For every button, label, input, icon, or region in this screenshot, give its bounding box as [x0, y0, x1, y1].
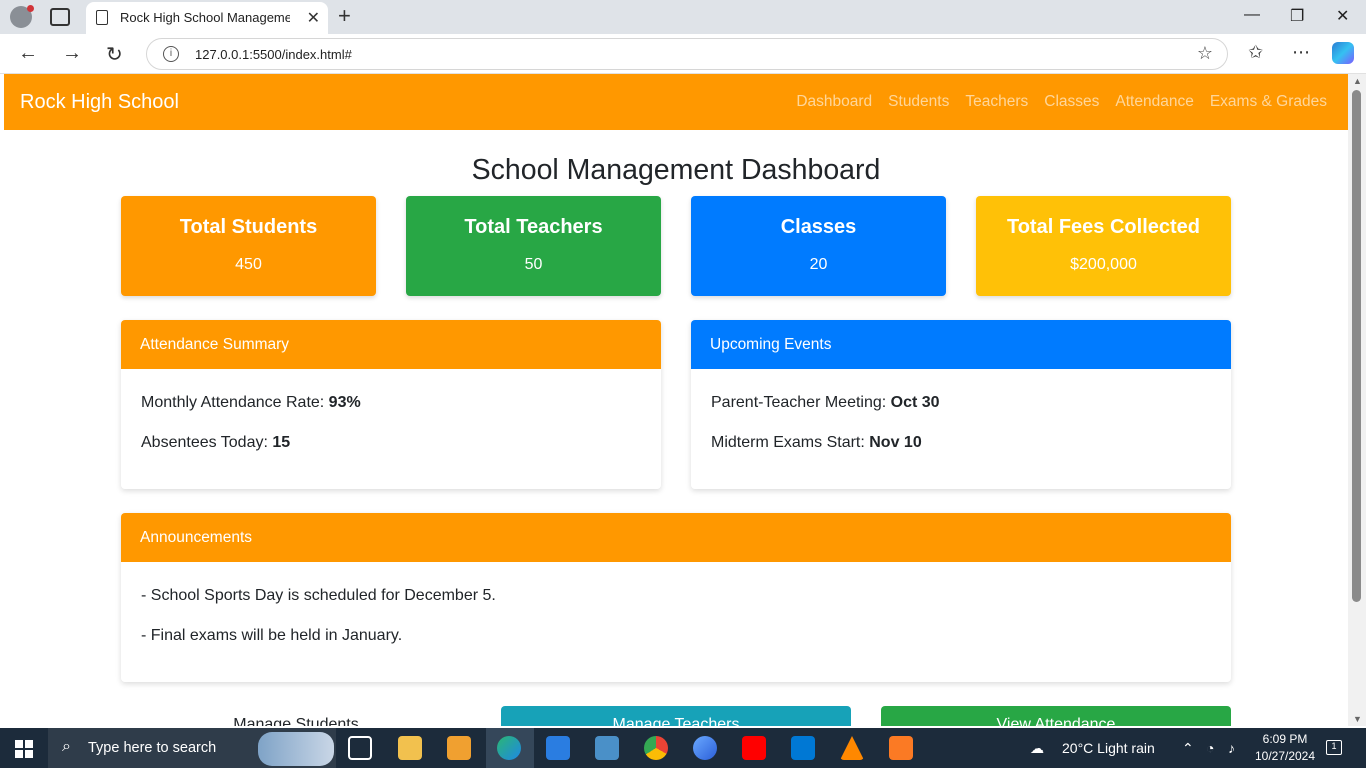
- view-attendance-button[interactable]: View Attendance: [881, 706, 1231, 726]
- taskbar: ⌕ Type here to search ☁ 20°C Light rain …: [0, 728, 1366, 768]
- nav-classes[interactable]: Classes: [1044, 93, 1099, 111]
- browser-toolbar: ← → ↻ i 127.0.0.1:5500/index.html# ☆ ✩ ⋯: [0, 34, 1366, 74]
- nav-students[interactable]: Students: [888, 93, 949, 111]
- microsoft-store-icon[interactable]: [447, 736, 471, 760]
- stat-value: 450: [235, 256, 262, 273]
- weather-text[interactable]: 20°C Light rain: [1062, 740, 1155, 756]
- announcement-item: - School Sports Day is scheduled for Dec…: [141, 587, 496, 604]
- stat-label: Total Students: [179, 216, 318, 238]
- stat-label: Total Fees Collected: [1006, 216, 1200, 238]
- address-url[interactable]: 127.0.0.1:5500/index.html#: [195, 47, 352, 62]
- page-scrollbar[interactable]: ▲ ▼: [1348, 74, 1366, 726]
- event-item: Midterm Exams Start: Nov 10: [711, 434, 922, 451]
- stat-card-students: Total Students 450: [121, 196, 376, 296]
- site-info-icon[interactable]: i: [163, 46, 179, 62]
- network-app-icon[interactable]: [595, 736, 619, 760]
- search-placeholder: Type here to search: [88, 740, 217, 756]
- page-viewport: Rock High School Dashboard Students Teac…: [4, 74, 1348, 726]
- nav-exams-grades[interactable]: Exams & Grades: [1210, 93, 1327, 111]
- stat-card-teachers: Total Teachers 50: [406, 196, 661, 296]
- page-icon: [96, 10, 108, 25]
- stat-label: Total Teachers: [464, 216, 603, 238]
- site-brand[interactable]: Rock High School: [20, 91, 179, 114]
- stat-value: 50: [524, 256, 543, 273]
- search-icon: ⌕: [62, 738, 71, 755]
- browser-app-icon[interactable]: [693, 736, 717, 760]
- nav-attendance[interactable]: Attendance: [1115, 93, 1193, 111]
- windows-start-icon[interactable]: [15, 740, 33, 758]
- forward-icon[interactable]: →: [62, 42, 82, 65]
- xampp-icon[interactable]: [889, 736, 913, 760]
- edge-browser-icon[interactable]: [497, 736, 521, 760]
- profile-avatar-icon[interactable]: [10, 5, 34, 28]
- attendance-summary-card: Attendance Summary Monthly Attendance Ra…: [121, 320, 661, 489]
- page-title: School Management Dashboard: [471, 154, 881, 186]
- taskbar-search[interactable]: ⌕ Type here to search: [48, 728, 336, 768]
- reload-icon[interactable]: ↻: [106, 42, 123, 67]
- upcoming-events-card: Upcoming Events Parent-Teacher Meeting: …: [691, 320, 1231, 489]
- tab-actions-icon[interactable]: [50, 8, 70, 26]
- more-menu-icon[interactable]: ⋯: [1292, 42, 1310, 63]
- card-header: Upcoming Events: [691, 320, 1231, 369]
- task-view-icon[interactable]: [348, 736, 372, 760]
- tab-title: Rock High School Management -: [120, 10, 290, 25]
- scroll-down-icon[interactable]: ▼: [1353, 714, 1362, 724]
- chevron-up-icon[interactable]: ⌃: [1182, 740, 1194, 757]
- close-window-icon[interactable]: ✕: [1336, 6, 1349, 26]
- favorites-icon[interactable]: ✩: [1248, 42, 1263, 63]
- favorite-star-icon[interactable]: ☆: [1197, 43, 1213, 64]
- stat-card-fees: Total Fees Collected $200,000: [976, 196, 1231, 296]
- address-bar[interactable]: i 127.0.0.1:5500/index.html# ☆: [146, 38, 1228, 70]
- card-header: Attendance Summary: [121, 320, 661, 369]
- stat-value: $200,000: [1070, 256, 1137, 273]
- close-tab-icon[interactable]: ✕: [307, 8, 320, 28]
- new-tab-icon[interactable]: +: [338, 3, 351, 29]
- stat-label: Classes: [780, 216, 857, 238]
- restore-icon[interactable]: ❐: [1290, 6, 1304, 26]
- volume-icon[interactable]: ♪: [1228, 740, 1235, 756]
- vlc-icon[interactable]: [840, 736, 864, 760]
- notification-icon[interactable]: 1: [1326, 740, 1342, 755]
- clock-time: 6:09 PM: [1262, 732, 1308, 746]
- weather-icon[interactable]: ☁: [1030, 740, 1044, 757]
- clock-date: 10/27/2024: [1254, 749, 1316, 763]
- nav-teachers[interactable]: Teachers: [965, 93, 1028, 111]
- manage-teachers-button[interactable]: Manage Teachers: [501, 706, 851, 726]
- stat-card-classes: Classes 20: [691, 196, 946, 296]
- manage-students-button[interactable]: Manage Students: [121, 706, 471, 726]
- copilot-icon[interactable]: [1332, 42, 1354, 64]
- vscode-icon[interactable]: [791, 736, 815, 760]
- scrollbar-thumb[interactable]: [1352, 90, 1361, 602]
- stat-value: 20: [809, 256, 828, 273]
- absentees-today: Absentees Today: 15: [141, 434, 291, 451]
- system-clock[interactable]: 6:09 PM 10/27/2024: [1254, 731, 1316, 765]
- nav-dashboard[interactable]: Dashboard: [796, 93, 872, 111]
- nav-links: Dashboard Students Teachers Classes Atte…: [796, 93, 1327, 111]
- back-icon[interactable]: ←: [18, 42, 38, 65]
- minimize-icon[interactable]: —: [1244, 6, 1260, 24]
- youtube-icon[interactable]: [742, 736, 766, 760]
- wifi-icon[interactable]: ◔: [1206, 740, 1214, 756]
- announcement-item: - Final exams will be held in January.: [141, 627, 403, 644]
- chrome-icon[interactable]: [644, 736, 668, 760]
- site-navbar: Rock High School Dashboard Students Teac…: [4, 74, 1348, 130]
- browser-tab[interactable]: Rock High School Management - ✕: [86, 2, 328, 34]
- mail-icon[interactable]: [546, 736, 570, 760]
- search-highlight-image: [258, 732, 334, 766]
- scroll-up-icon[interactable]: ▲: [1353, 76, 1362, 86]
- announcements-card: Announcements - School Sports Day is sch…: [121, 513, 1231, 682]
- card-header: Announcements: [121, 513, 1231, 562]
- attendance-rate: Monthly Attendance Rate: 93%: [141, 394, 361, 411]
- event-item: Parent-Teacher Meeting: Oct 30: [711, 394, 940, 411]
- browser-tab-strip: Rock High School Management - ✕ + — ❐ ✕: [0, 0, 1366, 34]
- file-explorer-icon[interactable]: [398, 736, 422, 760]
